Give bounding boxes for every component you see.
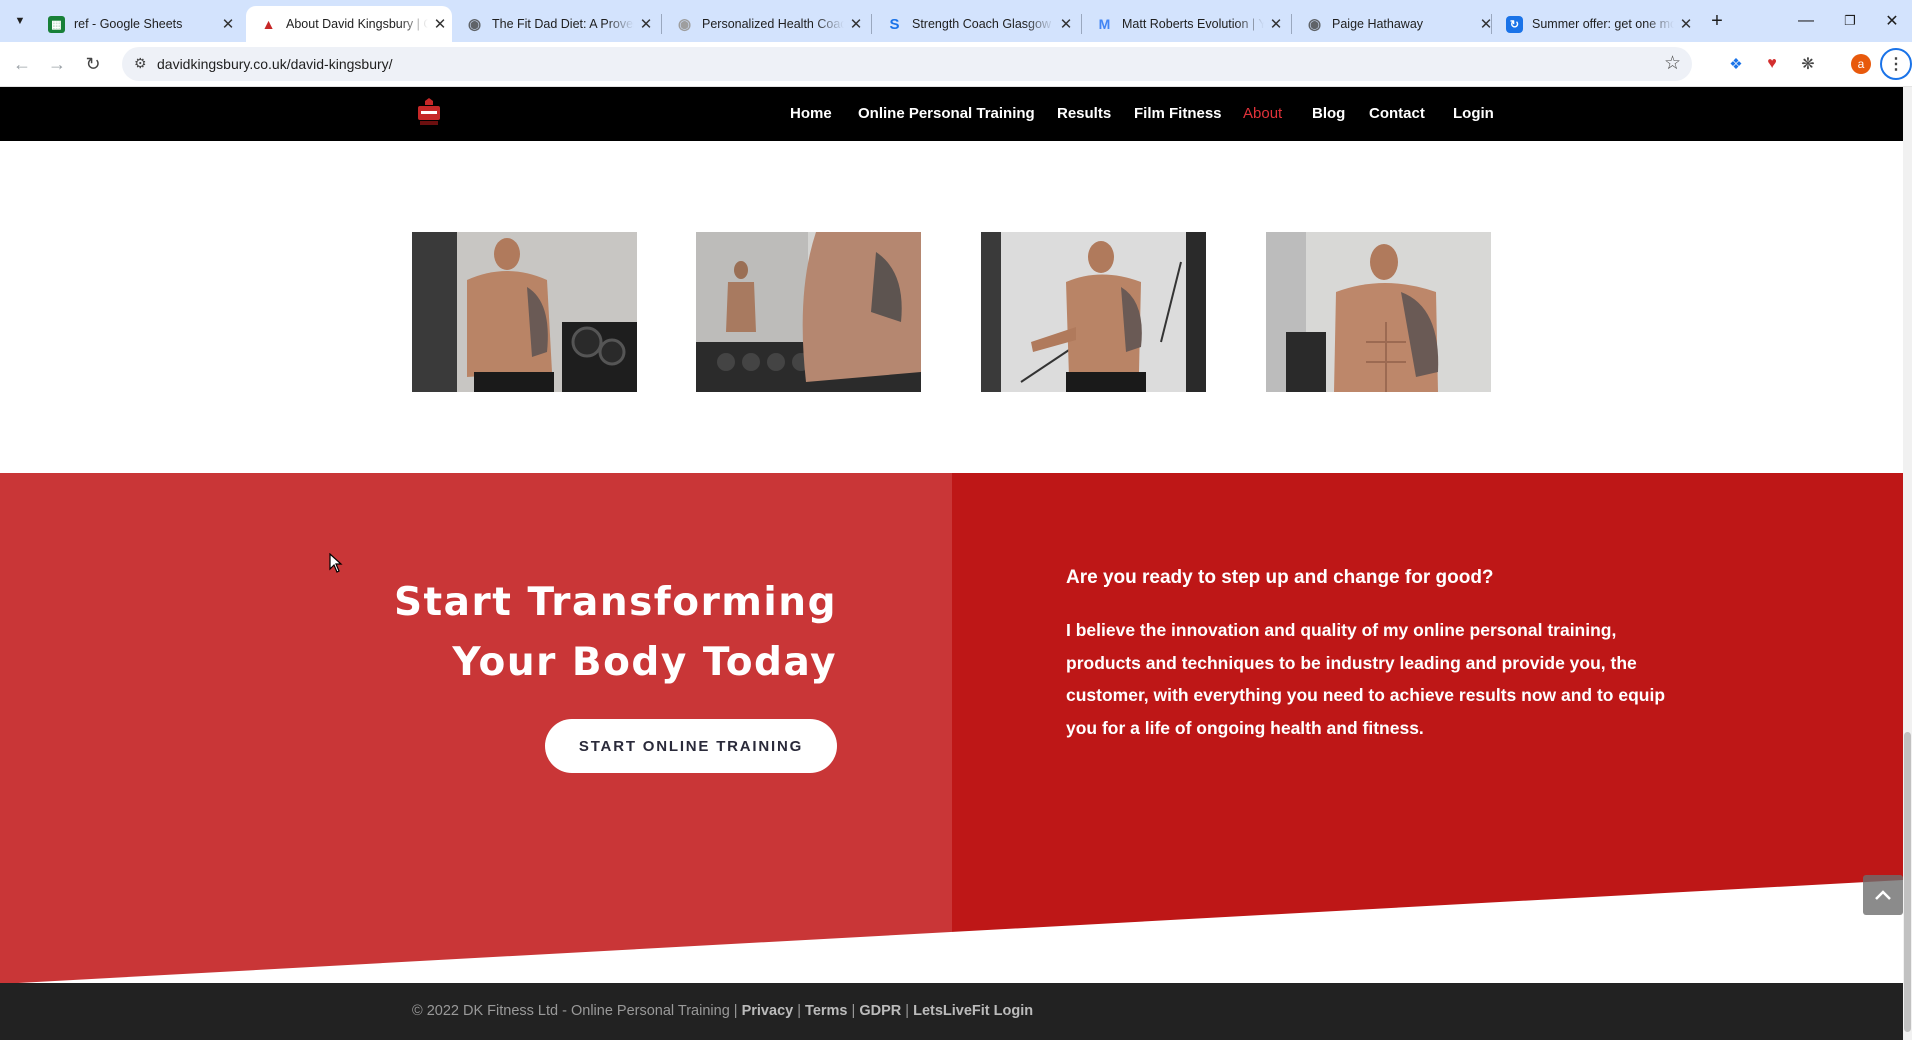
- site-footer: © 2022 DK Fitness Ltd - Online Personal …: [0, 983, 1903, 1040]
- tab-title: The Fit Dad Diet: A Proven Plan: [492, 17, 634, 31]
- tab-title: ref - Google Sheets: [74, 17, 183, 31]
- back-to-top-button[interactable]: [1863, 875, 1903, 915]
- nav-film-fitness[interactable]: Film Fitness: [1134, 105, 1222, 122]
- nav-home[interactable]: Home: [790, 105, 832, 122]
- start-online-training-button[interactable]: START ONLINE TRAINING: [545, 719, 837, 773]
- extensions-puzzle-icon[interactable]: ❋: [1792, 48, 1824, 80]
- extension-1-icon[interactable]: ❖: [1720, 48, 1752, 80]
- address-bar[interactable]: ⚙ davidkingsbury.co.uk/david-kingsbury/ …: [122, 47, 1692, 81]
- summer-offer-icon: ↻: [1506, 15, 1523, 33]
- section-divider-slant: [0, 880, 1903, 984]
- footer-separator: |: [905, 1003, 910, 1019]
- forward-arrow-icon[interactable]: →: [41, 48, 73, 80]
- gallery-photo-2-image: [696, 232, 921, 392]
- gallery-photo-1-image: [412, 232, 637, 392]
- footer-separator: |: [797, 1003, 802, 1019]
- close-tab-icon[interactable]: ✕: [1674, 15, 1698, 33]
- globe-icon: ◉: [677, 16, 692, 33]
- footer-link-privacy[interactable]: Privacy: [742, 1003, 794, 1019]
- gallery-photo-4-image: [1266, 232, 1491, 392]
- cta-heading: Start Transforming Your Body Today: [340, 573, 837, 693]
- cta-question: Are you ready to step up and change for …: [1066, 567, 1494, 588]
- nav-about[interactable]: About: [1243, 105, 1282, 122]
- tab-fit-dad-diet[interactable]: ◉ The Fit Dad Diet: A Proven Plan ✕: [452, 6, 658, 42]
- dk-fitness-icon: ▲: [261, 16, 276, 32]
- tab-title: Personalized Health Coaching: [702, 17, 844, 31]
- close-tab-icon[interactable]: ✕: [1264, 15, 1288, 33]
- tab-title: Paige Hathaway: [1332, 17, 1424, 31]
- close-tab-icon[interactable]: ✕: [216, 15, 240, 33]
- browser-toolbar: ← → ↻ ⚙ davidkingsbury.co.uk/david-kings…: [0, 42, 1912, 87]
- chevron-up-icon: [1875, 890, 1891, 900]
- reload-icon[interactable]: ↻: [77, 48, 109, 80]
- cta-body-text: I believe the innovation and quality of …: [1066, 620, 1666, 738]
- gallery-photo-1[interactable]: [412, 232, 637, 392]
- tab-search-chevron-icon[interactable]: ▼: [8, 6, 32, 36]
- tab-title: Summer offer: get one month: [1532, 17, 1674, 31]
- cta-heading-line-2: Your Body Today: [452, 640, 837, 685]
- strength-coach-icon: S: [889, 15, 900, 33]
- footer-copyright: © 2022 DK Fitness Ltd - Online Personal …: [412, 1003, 738, 1019]
- extension-2-icon[interactable]: ♥: [1756, 48, 1788, 80]
- nav-online-personal-training[interactable]: Online Personal Training: [858, 105, 1035, 122]
- tab-about-david-kingsbury[interactable]: ▲ About David Kingsbury | Online Persona…: [246, 6, 452, 42]
- url-text: davidkingsbury.co.uk/david-kingsbury/: [157, 56, 393, 72]
- profile-initial: a: [1851, 54, 1871, 74]
- google-sheets-icon: ▦: [48, 15, 65, 33]
- footer-link-terms[interactable]: Terms: [805, 1003, 847, 1019]
- profile-avatar[interactable]: a: [1845, 48, 1877, 80]
- tab-personalized-health-coaching[interactable]: ◉ Personalized Health Coaching ✕: [662, 6, 868, 42]
- tab-matt-roberts[interactable]: M Matt Roberts Evolution | Your ✕: [1082, 6, 1288, 42]
- restore-window-icon[interactable]: ❐: [1832, 6, 1868, 36]
- tab-strength-coach-glasgow[interactable]: S Strength Coach Glasgow ✕: [872, 6, 1078, 42]
- close-tab-icon[interactable]: ✕: [428, 15, 452, 33]
- nav-login[interactable]: Login: [1453, 105, 1494, 122]
- globe-icon: ◉: [467, 16, 482, 33]
- minimize-window-icon[interactable]: —: [1788, 6, 1824, 36]
- gallery-photo-3-image: [981, 232, 1206, 392]
- gallery-photo-2[interactable]: [696, 232, 921, 392]
- tab-title: Strength Coach Glasgow: [912, 17, 1051, 31]
- new-tab-plus-icon[interactable]: +: [1702, 6, 1732, 36]
- site-header: Home Online Personal Training Results Fi…: [0, 87, 1903, 141]
- close-tab-icon[interactable]: ✕: [634, 15, 658, 33]
- bookmark-star-icon[interactable]: ☆: [1664, 52, 1681, 75]
- footer-link-letslivefit-login[interactable]: LetsLiveFit Login: [913, 1003, 1033, 1019]
- close-window-icon[interactable]: ✕: [1874, 6, 1910, 36]
- tab-paige-hathaway[interactable]: ◉ Paige Hathaway ✕: [1292, 6, 1498, 42]
- scrollbar-thumb[interactable]: [1904, 732, 1911, 1032]
- tab-google-sheets[interactable]: ▦ ref - Google Sheets ✕: [34, 6, 240, 42]
- tab-summer-offer[interactable]: ↻ Summer offer: get one month ✕: [1492, 6, 1698, 42]
- tab-title: Matt Roberts Evolution | Your: [1122, 17, 1264, 31]
- footer-link-gdpr[interactable]: GDPR: [859, 1003, 901, 1019]
- close-tab-icon[interactable]: ✕: [1054, 15, 1078, 33]
- nav-results[interactable]: Results: [1057, 105, 1111, 122]
- nav-contact[interactable]: Contact: [1369, 105, 1425, 122]
- mouse-cursor-icon: [329, 553, 343, 573]
- cta-heading-line-1: Start Transforming: [393, 580, 837, 625]
- gallery-photo-4[interactable]: [1266, 232, 1491, 392]
- browser-menu-icon[interactable]: ⋮: [1880, 48, 1912, 80]
- browser-tab-strip: ▼ ▦ ref - Google Sheets ✕ ▲ About David …: [0, 0, 1912, 42]
- gallery-photo-3[interactable]: [981, 232, 1206, 392]
- globe-icon: ◉: [1307, 16, 1322, 33]
- dk-fitness-logo[interactable]: [415, 98, 443, 128]
- footer-text: © 2022 DK Fitness Ltd - Online Personal …: [412, 1003, 1033, 1019]
- tab-title: About David Kingsbury | Online Personal …: [286, 17, 428, 31]
- matt-roberts-icon: M: [1098, 16, 1111, 32]
- nav-blog[interactable]: Blog: [1312, 105, 1345, 122]
- footer-separator: |: [851, 1003, 856, 1019]
- page-scrollbar[interactable]: [1903, 87, 1912, 1040]
- site-info-icon[interactable]: ⚙: [134, 55, 147, 72]
- close-tab-icon[interactable]: ✕: [844, 15, 868, 33]
- back-arrow-icon[interactable]: ←: [6, 48, 38, 80]
